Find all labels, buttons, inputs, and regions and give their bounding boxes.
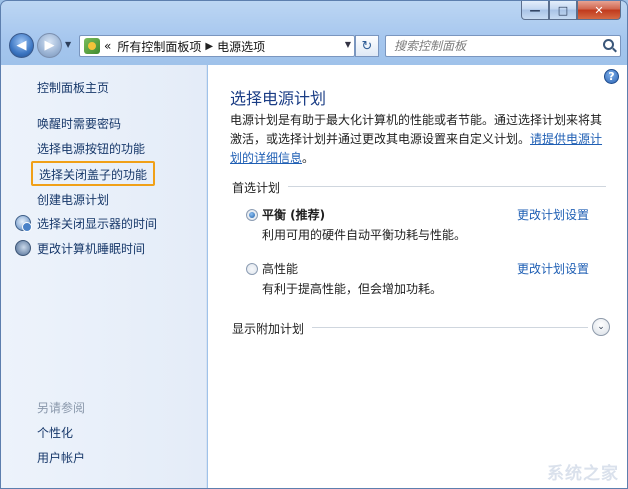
control-panel-window: — □ ✕ ◀ ▶ ▼ « 所有控制面板项 ▶ 电源选项 ▼ ↻ 控制面板主页 … <box>0 0 628 489</box>
plan-balanced-name[interactable]: 平衡 (推荐) <box>262 206 325 223</box>
breadcrumb-all-items[interactable]: 所有控制面板项 <box>117 38 201 55</box>
breadcrumb-power-options[interactable]: 电源选项 <box>217 38 265 55</box>
moon-icon <box>15 240 31 256</box>
description-end: 。 <box>302 151 315 165</box>
sidebar-item-create-plan[interactable]: 创建电源计划 <box>37 191 109 208</box>
breadcrumb-separator-icon[interactable]: ▶ <box>205 41 213 52</box>
page-description: 电源计划是有助于最大化计算机的性能或者节能。通过选择计划来将其激活，或选择计划并… <box>230 111 608 168</box>
search-box[interactable] <box>385 35 621 57</box>
navigation-bar: ◀ ▶ ▼ « 所有控制面板项 ▶ 电源选项 ▼ ↻ <box>7 31 621 59</box>
sidebar-item-lid-close[interactable]: 选择关闭盖子的功能 <box>39 166 147 183</box>
forward-button[interactable]: ▶ <box>37 33 62 58</box>
see-also-heading: 另请参阅 <box>37 401 86 415</box>
sidebar-item-power-button[interactable]: 选择电源按钮的功能 <box>37 140 145 157</box>
refresh-button[interactable]: ↻ <box>355 35 379 57</box>
sidebar: 控制面板主页 唤醒时需要密码 选择电源按钮的功能 选择关闭盖子的功能 创建电源计… <box>1 65 207 488</box>
plan-high-performance-name[interactable]: 高性能 <box>262 260 298 277</box>
sidebar-item-sleep-time[interactable]: 更改计算机睡眠时间 <box>37 240 145 257</box>
back-button[interactable]: ◀ <box>9 33 34 58</box>
address-dropdown-icon[interactable]: ▼ <box>345 40 351 49</box>
page-title: 选择电源计划 <box>230 89 327 108</box>
plan-high-performance-radio[interactable] <box>246 263 258 275</box>
additional-plans-header[interactable]: 显示附加计划 <box>232 320 304 337</box>
sidebar-item-display-off[interactable]: 选择关闭显示器的时间 <box>37 215 157 232</box>
section-divider <box>288 186 606 187</box>
sidebar-item-personalization[interactable]: 个性化 <box>37 424 73 441</box>
section-divider <box>312 327 588 328</box>
caption-buttons: — □ ✕ <box>521 1 621 20</box>
preferred-plans-header: 首选计划 <box>232 181 281 195</box>
address-bar[interactable]: « 所有控制面板项 ▶ 电源选项 ▼ <box>79 35 355 57</box>
plan-balanced-change-link[interactable]: 更改计划设置 <box>517 206 589 223</box>
help-icon[interactable]: ? <box>604 69 619 84</box>
monitor-icon <box>15 215 32 232</box>
watermark-logo: 系统之家 <box>547 464 619 484</box>
close-button[interactable]: ✕ <box>577 1 621 20</box>
main-content: ? 选择电源计划 电源计划是有助于最大化计算机的性能或者节能。通过选择计划来将其… <box>208 65 627 488</box>
sidebar-item-user-accounts[interactable]: 用户帐户 <box>37 449 85 466</box>
plan-balanced-desc: 利用可用的硬件自动平衡功耗与性能。 <box>262 228 467 242</box>
control-panel-icon <box>84 38 100 54</box>
chevron-down-icon[interactable]: ⌄ <box>592 318 610 336</box>
address-prefix[interactable]: « <box>104 39 111 53</box>
search-icon[interactable] <box>603 39 614 50</box>
recent-pages-icon[interactable]: ▼ <box>65 40 71 49</box>
sidebar-home-link[interactable]: 控制面板主页 <box>37 79 109 96</box>
minimize-button[interactable]: — <box>521 1 549 20</box>
maximize-button[interactable]: □ <box>549 1 577 20</box>
sidebar-item-wake-password[interactable]: 唤醒时需要密码 <box>37 115 121 132</box>
plan-high-performance-change-link[interactable]: 更改计划设置 <box>517 260 589 277</box>
search-input[interactable] <box>394 39 594 53</box>
plan-balanced-radio[interactable] <box>246 209 258 221</box>
plan-high-performance-desc: 有利于提高性能，但会增加功耗。 <box>262 282 443 296</box>
